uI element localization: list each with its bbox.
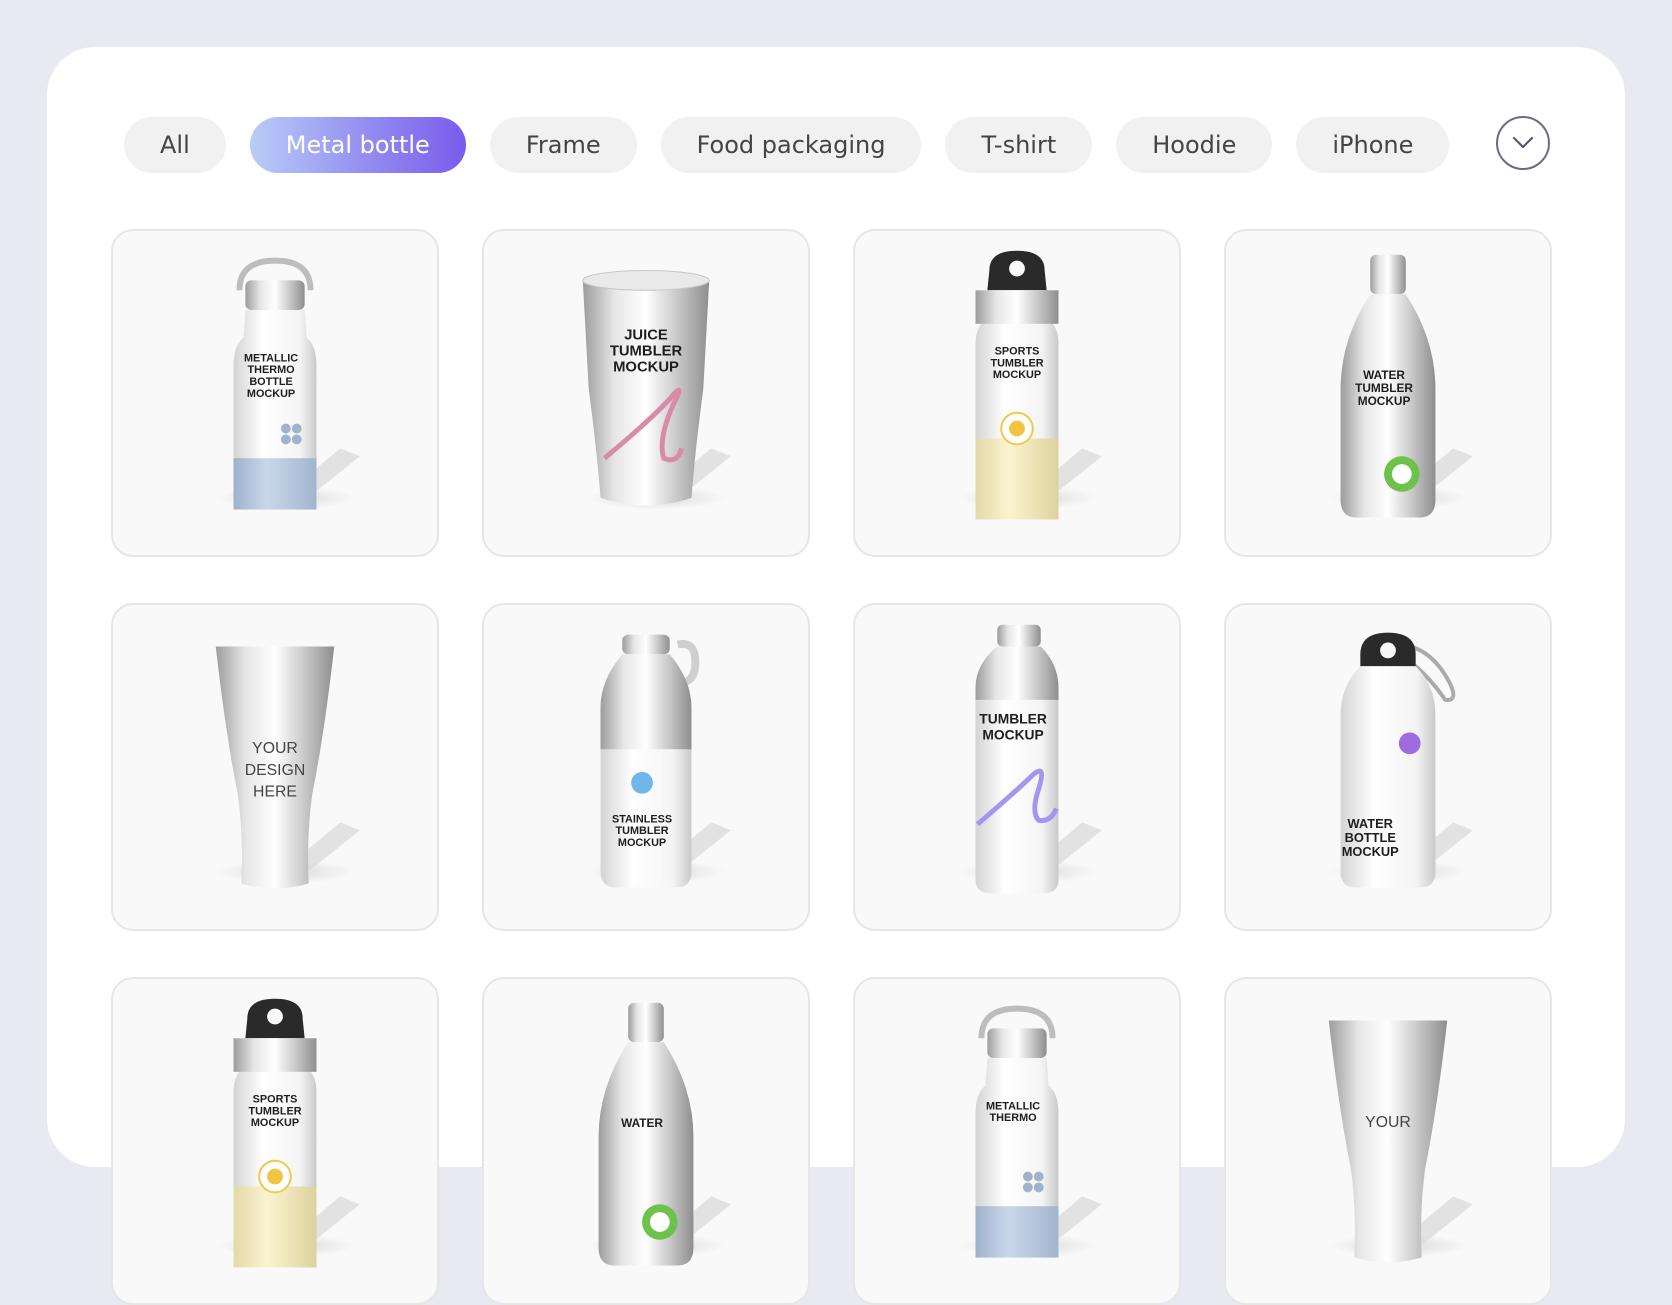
mockup-label-line: WATER	[621, 1116, 663, 1130]
product-card[interactable]: YOUR	[1224, 977, 1552, 1305]
filter-chip-all[interactable]: All	[124, 117, 226, 173]
mockup-label-line: MOCKUP	[1342, 844, 1399, 859]
product-card[interactable]: WATER TUMBLER MOCKUP	[1224, 229, 1552, 557]
mockup-label-line: MOCKUP	[982, 726, 1043, 742]
filter-chip-t-shirt[interactable]: T-shirt	[945, 117, 1093, 173]
product-card[interactable]: YOUR DESIGN HERE	[111, 603, 439, 931]
product-mockup-image: STAINLESSTUMBLERMOCKUP	[587, 634, 731, 888]
product-mockup-image: TUMBLERMOCKUP	[958, 624, 1102, 894]
mockup-label-line: MOCKUP	[993, 369, 1041, 381]
mockup-label-line: WATER	[1348, 816, 1393, 831]
mockup-label-line: DESIGN	[245, 762, 306, 779]
filter-chip-hoodie[interactable]: Hoodie	[1116, 117, 1273, 173]
product-card[interactable]: METALLIC THERMO BOTTLE MOCKUP	[111, 229, 439, 557]
product-card[interactable]: METALLIC THERMO	[853, 977, 1181, 1305]
mockup-label-line: TUMBLER	[610, 343, 683, 359]
category-filter-bar: All Metal bottle Frame Food packaging T-…	[124, 117, 1450, 173]
mockup-label-line: METALLIC	[986, 1100, 1040, 1112]
product-mockup-image: SPORTSTUMBLERMOCKUP	[958, 250, 1102, 520]
filter-chip-iphone[interactable]: iPhone	[1296, 117, 1450, 173]
mockup-label-line: YOUR	[1365, 1114, 1411, 1131]
mockup-label-line: BOTTLE	[249, 376, 292, 388]
product-card[interactable]: JUICE TUMBLER MOCKUP	[482, 229, 810, 557]
filter-chip-frame[interactable]: Frame	[489, 117, 637, 173]
product-mockup-image: YOUR	[1328, 1020, 1473, 1263]
product-mockup-image: WATER	[587, 1002, 731, 1266]
mockup-label-line: SPORTS	[253, 1093, 298, 1105]
mockup-label-line: MOCKUP	[613, 359, 679, 375]
mockup-label-line: JUICE	[624, 328, 668, 344]
chevron-down-icon	[1512, 136, 1534, 149]
mockup-label-line: MOCKUP	[1358, 394, 1411, 408]
product-card[interactable]: SPORTS TUMBLER MOCKUP	[853, 229, 1181, 557]
product-card[interactable]: TUMBLER MOCKUP	[853, 603, 1181, 931]
product-mockup-image: WATERTUMBLERMOCKUP	[1329, 254, 1473, 518]
filter-chip-food-packaging[interactable]: Food packaging	[660, 117, 922, 173]
mockup-label-line: BOTTLE	[1345, 830, 1397, 845]
product-card[interactable]: WATER	[482, 977, 810, 1305]
mockup-label-line: MOCKUP	[251, 1117, 299, 1129]
mockup-label-line: THERMO	[990, 1112, 1037, 1124]
mockup-label-line: MOCKUP	[618, 837, 666, 849]
mockup-label-line: YOUR	[252, 740, 298, 757]
mockup-label-line: TUMBLER	[248, 1105, 301, 1117]
product-mockup-image: YOUR DESIGN HERE	[215, 646, 360, 889]
expand-filters-button[interactable]	[1496, 116, 1550, 170]
product-card[interactable]: WATER BOTTLE MOCKUP	[1224, 603, 1552, 931]
mockup-label-line: SPORTS	[995, 345, 1040, 357]
product-mockup-image: METALLICTHERMOBOTTLEMOCKUP	[216, 257, 360, 510]
product-mockup-image: METALLICTHERMO	[958, 1005, 1102, 1258]
product-grid: METALLIC THERMO BOTTLE MOCKUP JUICE TUMBLER M…	[111, 229, 1552, 1305]
filter-chip-metal-bottle[interactable]: Metal bottle	[249, 117, 466, 173]
mockup-label-line: HERE	[253, 784, 297, 801]
product-mockup-image: SPORTSTUMBLERMOCKUP	[216, 998, 360, 1268]
mockup-label-line: TUMBLER	[990, 357, 1043, 369]
product-card[interactable]: STAINLESS TUMBLER MOCKUP	[482, 603, 810, 931]
mockup-label-line: TUMBLER	[979, 711, 1047, 727]
mockup-label-line: METALLIC	[244, 352, 298, 364]
mockup-label-line: THERMO	[248, 364, 295, 376]
product-mockup-image: WATERBOTTLEMOCKUP	[1329, 632, 1473, 888]
mockup-label-line: STAINLESS	[612, 813, 672, 825]
product-card[interactable]: SPORTS TUMBLER MOCKUP	[111, 977, 439, 1305]
product-mockup-image: JUICETUMBLERMOCKUP	[582, 270, 731, 510]
mockup-label-line: MOCKUP	[247, 388, 295, 400]
mockup-label-line: TUMBLER	[616, 825, 669, 837]
